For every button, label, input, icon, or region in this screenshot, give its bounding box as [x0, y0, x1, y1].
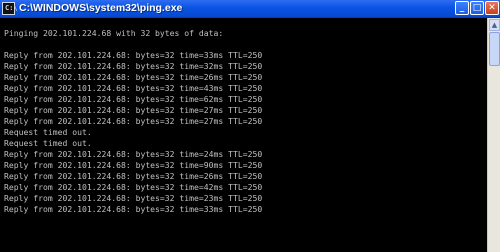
console-line: Request timed out. [4, 138, 92, 148]
scrollbar-thumb[interactable] [489, 32, 500, 66]
console-line: Reply from 202.101.224.68: bytes=32 time… [4, 204, 263, 214]
console-app-icon-glyph: C:\ [5, 4, 18, 12]
console-line: Reply from 202.101.224.68: bytes=32 time… [4, 160, 263, 170]
scroll-up-arrow-icon[interactable]: ▲ [489, 19, 500, 31]
console-line: Reply from 202.101.224.68: bytes=32 time… [4, 50, 263, 60]
console-line: Pinging 202.101.224.68 with 32 bytes of … [4, 28, 224, 38]
console-line: Reply from 202.101.224.68: bytes=32 time… [4, 193, 263, 203]
console-line: Reply from 202.101.224.68: bytes=32 time… [4, 171, 263, 181]
title-bar[interactable]: C:\ C:\WINDOWS\system32\ping.exe _ □ ✕ [0, 0, 500, 18]
console-line: Reply from 202.101.224.68: bytes=32 time… [4, 72, 263, 82]
window-title: C:\WINDOWS\system32\ping.exe [19, 2, 183, 14]
console-line: Reply from 202.101.224.68: bytes=32 time… [4, 61, 263, 71]
console-output[interactable]: Pinging 202.101.224.68 with 32 bytes of … [0, 18, 487, 252]
console-line: Reply from 202.101.224.68: bytes=32 time… [4, 149, 263, 159]
close-button[interactable]: ✕ [485, 1, 499, 15]
console-line: Reply from 202.101.224.68: bytes=32 time… [4, 94, 263, 104]
console-line: Reply from 202.101.224.68: bytes=32 time… [4, 105, 263, 115]
console-line: Reply from 202.101.224.68: bytes=32 time… [4, 116, 263, 126]
console-line: Request timed out. [4, 127, 92, 137]
maximize-button[interactable]: □ [470, 1, 484, 15]
console-line: Reply from 202.101.224.68: bytes=32 time… [4, 83, 263, 93]
minimize-button[interactable]: _ [455, 1, 469, 15]
console-app-icon[interactable]: C:\ [2, 2, 18, 15]
vertical-scrollbar[interactable]: ▲ [487, 18, 500, 252]
console-line: Reply from 202.101.224.68: bytes=32 time… [4, 182, 263, 192]
